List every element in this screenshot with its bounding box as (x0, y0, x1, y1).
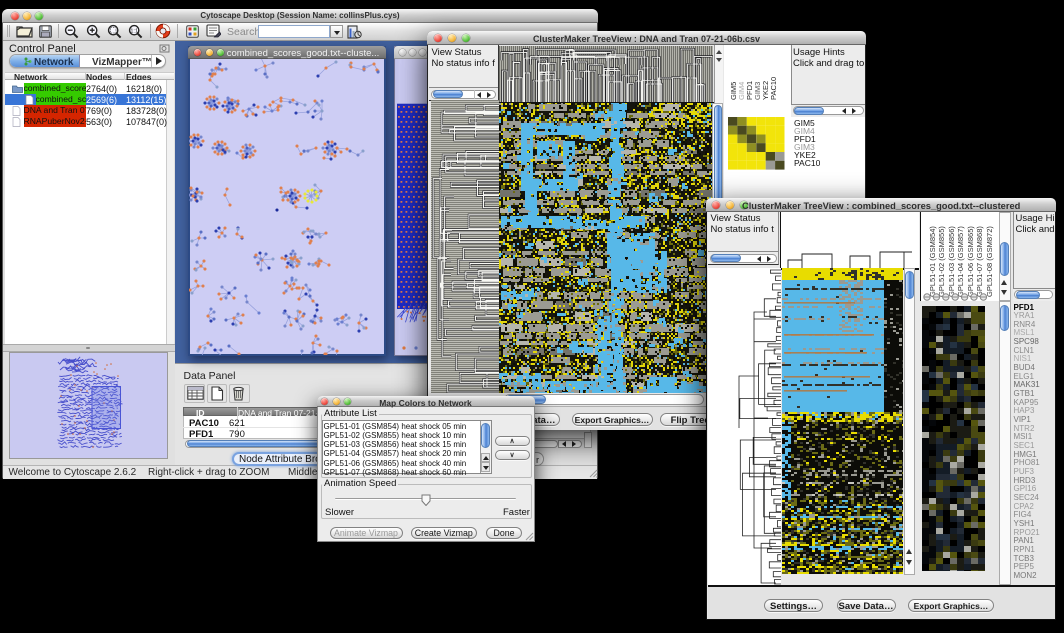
svg-text:1:1: 1:1 (130, 28, 138, 34)
